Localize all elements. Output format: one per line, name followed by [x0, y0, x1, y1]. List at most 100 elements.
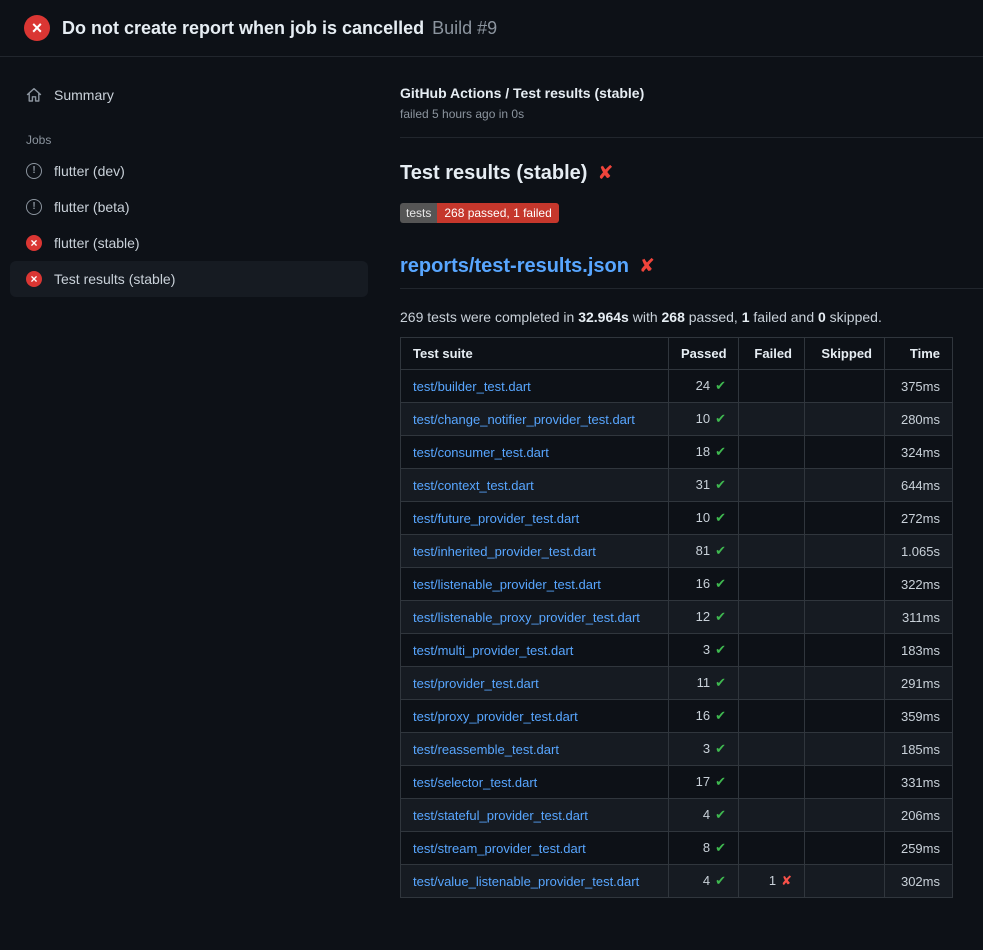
skipped-cell — [805, 865, 885, 898]
passed-cell: 18✔ — [669, 436, 739, 469]
results-table: Test suite Passed Failed Skipped Time te… — [400, 337, 953, 898]
suite-cell: test/provider_test.dart — [401, 667, 669, 700]
passed-cell: 24✔ — [669, 370, 739, 403]
time-cell: 322ms — [885, 568, 953, 601]
suite-link[interactable]: test/listenable_proxy_provider_test.dart — [413, 610, 640, 625]
count-value: 10 — [696, 411, 710, 426]
failed-cell — [739, 370, 805, 403]
badge-label: tests — [400, 203, 437, 223]
suite-link[interactable]: test/multi_provider_test.dart — [413, 643, 573, 658]
col-header-test-suite: Test suite — [401, 338, 669, 370]
count-value: 11 — [697, 675, 711, 690]
build-number: Build #9 — [432, 18, 497, 39]
time-cell: 206ms — [885, 799, 953, 832]
table-row: test/stream_provider_test.dart8✔259ms — [401, 832, 953, 865]
check-icon: ✔ — [715, 774, 726, 789]
suite-link[interactable]: test/stream_provider_test.dart — [413, 841, 586, 856]
failed-cell — [739, 733, 805, 766]
suite-link[interactable]: test/change_notifier_provider_test.dart — [413, 412, 635, 427]
suite-link[interactable]: test/stateful_provider_test.dart — [413, 808, 588, 823]
suite-cell: test/listenable_proxy_provider_test.dart — [401, 601, 669, 634]
skipped-cell — [805, 766, 885, 799]
time-cell: 280ms — [885, 403, 953, 436]
count-value: 1 — [769, 873, 776, 888]
sidebar-item-summary[interactable]: Summary — [10, 77, 368, 113]
failed-cell — [739, 634, 805, 667]
suite-link[interactable]: test/listenable_provider_test.dart — [413, 577, 601, 592]
suite-cell: test/value_listenable_provider_test.dart — [401, 865, 669, 898]
check-icon: ✔ — [715, 477, 726, 492]
check-icon: ✔ — [715, 411, 726, 426]
suite-cell: test/change_notifier_provider_test.dart — [401, 403, 669, 436]
count-value: 4 — [703, 873, 710, 888]
time-cell: 644ms — [885, 469, 953, 502]
failed-cell — [739, 667, 805, 700]
check-icon: ✔ — [715, 873, 726, 888]
job-label: flutter (dev) — [54, 163, 125, 179]
table-row: test/value_listenable_provider_test.dart… — [401, 865, 953, 898]
suite-link[interactable]: test/provider_test.dart — [413, 676, 539, 691]
run-status-line: failed 5 hours ago in 0s — [400, 107, 951, 121]
passed-cell: 3✔ — [669, 634, 739, 667]
skipped-cell — [805, 832, 885, 865]
table-row: test/change_notifier_provider_test.dart 1… — [401, 403, 953, 436]
check-icon: ✔ — [715, 444, 726, 459]
count-value: 16 — [696, 576, 710, 591]
suite-cell: test/listenable_provider_test.dart — [401, 568, 669, 601]
passed-cell: 17✔ — [669, 766, 739, 799]
section-title: Test results (stable) — [400, 162, 587, 185]
badge-value: 268 passed, 1 failed — [437, 203, 558, 223]
failed-cell — [739, 535, 805, 568]
summary-passed: 268 — [662, 309, 685, 325]
check-icon: ✔ — [715, 543, 726, 558]
suite-link[interactable]: test/proxy_provider_test.dart — [413, 709, 578, 724]
time-cell: 302ms — [885, 865, 953, 898]
sidebar-item-test-results-stable[interactable]: × Test results (stable) — [10, 261, 368, 297]
count-value: 10 — [696, 510, 710, 525]
summary-line: 269 tests were completed in 32.964s with… — [400, 309, 951, 325]
results-table-body: test/builder_test.dart24✔375mstest/chang… — [401, 370, 953, 898]
check-icon: ✔ — [715, 609, 726, 624]
skipped-cell — [805, 601, 885, 634]
skipped-cell — [805, 568, 885, 601]
suite-link[interactable]: test/consumer_test.dart — [413, 445, 549, 460]
suite-link[interactable]: test/future_provider_test.dart — [413, 511, 579, 526]
skipped-cell — [805, 535, 885, 568]
time-cell: 331ms — [885, 766, 953, 799]
table-row: test/context_test.dart31✔644ms — [401, 469, 953, 502]
sidebar-item-flutter-dev[interactable]: ! flutter (dev) — [10, 153, 368, 189]
count-value: 16 — [696, 708, 710, 723]
summary-duration: 32.964s — [578, 309, 629, 325]
suite-link[interactable]: test/reassemble_test.dart — [413, 742, 559, 757]
suite-cell: test/selector_test.dart — [401, 766, 669, 799]
jobs-section-label: Jobs — [26, 133, 368, 147]
count-value: 3 — [703, 741, 710, 756]
suite-cell: test/future_provider_test.dart — [401, 502, 669, 535]
passed-cell: 16✔ — [669, 568, 739, 601]
report-file-link[interactable]: reports/test-results.json — [400, 255, 629, 278]
suite-link[interactable]: test/selector_test.dart — [413, 775, 537, 790]
passed-cell: 8✔ — [669, 832, 739, 865]
divider — [400, 137, 983, 138]
suite-link[interactable]: test/inherited_provider_test.dart — [413, 544, 596, 559]
count-value: 24 — [696, 378, 710, 393]
neutral-status-icon: ! — [26, 199, 42, 215]
skipped-cell — [805, 469, 885, 502]
sidebar: Summary Jobs ! flutter (dev) ! flutter (… — [0, 57, 384, 898]
table-header-row: Test suite Passed Failed Skipped Time — [401, 338, 953, 370]
col-header-passed: Passed — [669, 338, 739, 370]
page-layout: Summary Jobs ! flutter (dev) ! flutter (… — [0, 57, 983, 898]
breadcrumb: GitHub Actions / Test results (stable) — [400, 85, 951, 101]
sidebar-item-flutter-stable[interactable]: × flutter (stable) — [10, 225, 368, 261]
job-label: flutter (beta) — [54, 199, 129, 215]
table-row: test/provider_test.dart11✔291ms — [401, 667, 953, 700]
suite-link[interactable]: test/builder_test.dart — [413, 379, 531, 394]
skipped-cell — [805, 799, 885, 832]
suite-cell: test/consumer_test.dart — [401, 436, 669, 469]
time-cell: 183ms — [885, 634, 953, 667]
suite-link[interactable]: test/context_test.dart — [413, 478, 534, 493]
sidebar-item-flutter-beta[interactable]: ! flutter (beta) — [10, 189, 368, 225]
check-icon: ✔ — [715, 510, 726, 525]
suite-link[interactable]: test/value_listenable_provider_test.dart — [413, 874, 639, 889]
job-label: Test results (stable) — [54, 271, 175, 287]
